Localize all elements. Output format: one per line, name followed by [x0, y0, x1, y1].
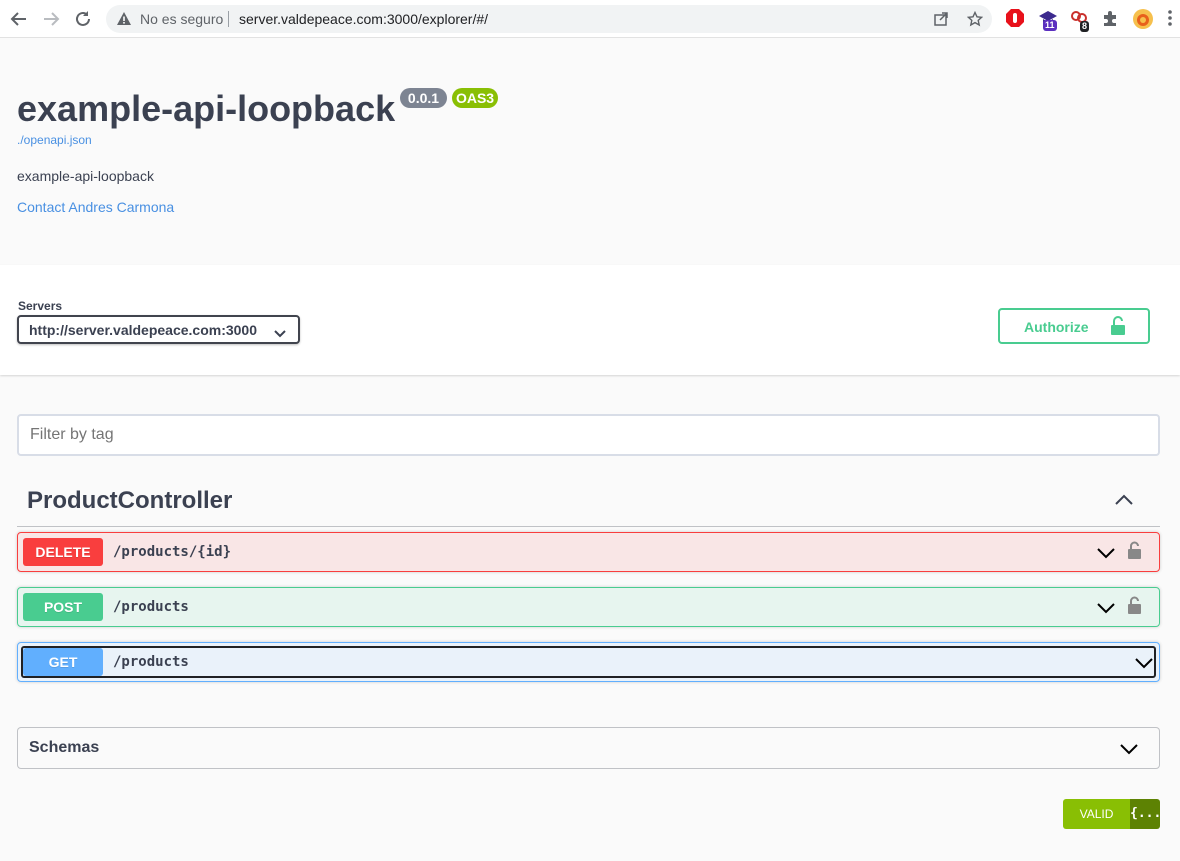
validator-label: VALID	[1063, 799, 1130, 829]
chevron-down-icon[interactable]	[1134, 656, 1154, 675]
address-bar[interactable]: No es seguro server.valdepeace.com:3000/…	[106, 5, 992, 33]
divider	[17, 526, 1160, 527]
scheme-container: Servers http://server.valdepeace.com:300…	[0, 265, 1180, 375]
unlock-icon[interactable]	[1127, 596, 1142, 620]
back-icon[interactable]	[8, 8, 30, 30]
operation-get-products[interactable]: GET /products	[17, 642, 1160, 682]
link-icon[interactable]: 8	[1069, 8, 1091, 32]
operation-post-products[interactable]: POST /products	[17, 587, 1160, 627]
star-icon[interactable]	[966, 10, 984, 28]
server-select-value[interactable]: http://server.valdepeace.com:3000	[29, 322, 257, 338]
operation-path[interactable]: /products	[113, 654, 189, 670]
extension-badge: 8	[1080, 21, 1090, 32]
filter-by-tag-input[interactable]	[17, 414, 1160, 456]
unlock-icon	[1110, 316, 1126, 341]
servers-label: Servers	[18, 299, 63, 313]
operation-path[interactable]: /products	[113, 599, 189, 615]
share-icon[interactable]	[932, 10, 950, 28]
browser-toolbar: No es seguro server.valdepeace.com:3000/…	[0, 0, 1180, 38]
focus-ring	[21, 646, 1156, 678]
method-badge-get: GET	[23, 648, 103, 676]
authorize-button[interactable]: Authorize	[998, 308, 1150, 344]
contact-link[interactable]: Contact Andres Carmona	[17, 199, 174, 215]
operation-path[interactable]: /products/{id}	[113, 544, 231, 560]
method-badge-delete: DELETE	[23, 538, 103, 566]
security-label[interactable]: No es seguro	[140, 11, 223, 27]
operation-delete-products-id[interactable]: DELETE /products/{id}	[17, 532, 1160, 572]
tag-title[interactable]: ProductController	[27, 487, 232, 515]
api-title: example-api-loopback	[17, 88, 396, 129]
warning-icon[interactable]	[116, 11, 132, 32]
schemas-title[interactable]: Schemas	[29, 739, 99, 757]
chevron-down-icon[interactable]	[1096, 546, 1116, 565]
puzzle-icon[interactable]	[1101, 8, 1123, 30]
unlock-icon[interactable]	[1127, 541, 1142, 565]
forward-icon[interactable]	[40, 8, 62, 30]
server-select[interactable]: http://server.valdepeace.com:3000	[17, 315, 300, 344]
reload-icon[interactable]	[72, 8, 94, 30]
oas-badge: OAS3	[452, 88, 498, 108]
divider	[228, 11, 229, 27]
validator-badge[interactable]: VALID {...}	[1063, 799, 1160, 829]
graduation-cap-icon[interactable]: 11	[1038, 8, 1060, 31]
menu-kebab-icon[interactable]	[1164, 8, 1176, 30]
chevron-up-icon[interactable]	[1113, 491, 1135, 509]
json-braces-icon: {...}	[1130, 799, 1160, 829]
chevron-down-icon[interactable]	[1119, 742, 1139, 761]
profile-avatar-icon[interactable]	[1132, 8, 1154, 30]
url-text[interactable]: server.valdepeace.com:3000/explorer/#/	[239, 11, 488, 27]
spec-link[interactable]: ./openapi.json	[17, 133, 92, 147]
chevron-down-icon	[274, 325, 286, 343]
method-badge-post: POST	[23, 593, 103, 621]
api-description: example-api-loopback	[17, 168, 154, 184]
schemas-section[interactable]: Schemas	[17, 727, 1160, 769]
extension-badge: 11	[1043, 20, 1057, 31]
adblock-icon[interactable]	[1005, 8, 1027, 30]
version-badge: 0.0.1	[400, 88, 447, 108]
chevron-down-icon[interactable]	[1096, 601, 1116, 620]
authorize-label: Authorize	[1024, 319, 1089, 335]
